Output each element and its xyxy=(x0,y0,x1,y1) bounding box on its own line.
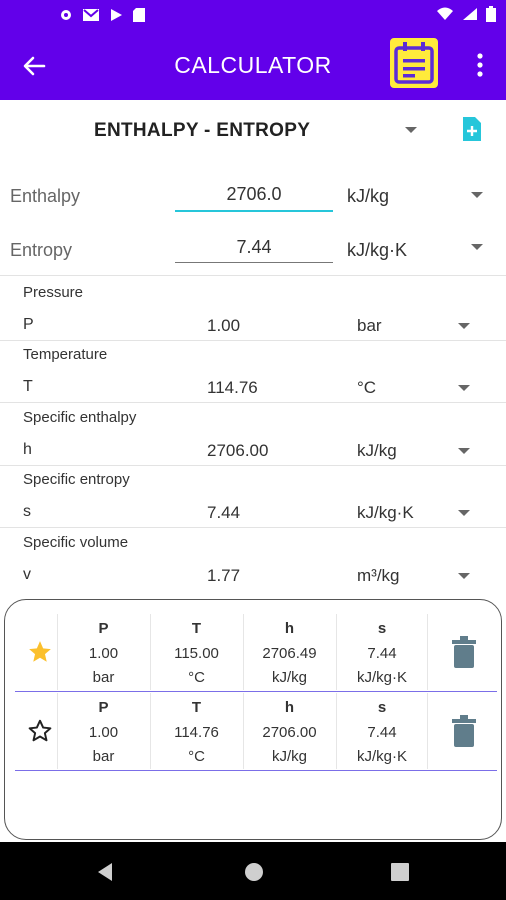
entropy-unit[interactable]: kJ/kg·K xyxy=(347,240,407,261)
result-specific-entropy: Specific entropy s 7.44 kJ/kg·K xyxy=(0,469,506,531)
divider xyxy=(0,275,506,276)
result-unit[interactable]: °C xyxy=(357,378,376,398)
result-symbol: s xyxy=(23,503,31,520)
history-cell-pressure: P 1.00 bar xyxy=(57,614,149,690)
chevron-down-icon[interactable] xyxy=(458,448,470,454)
battery-icon xyxy=(486,6,496,22)
result-value: 1.00 xyxy=(207,316,241,335)
result-symbol: P xyxy=(23,316,34,333)
recents-square-icon[interactable] xyxy=(391,863,409,881)
mode-label: ENTHALPY - ENTROPY xyxy=(94,120,311,141)
status-bar xyxy=(0,0,506,30)
result-symbol: h xyxy=(23,441,32,458)
history-cell-enthalpy: h 2706.49 kJ/kg xyxy=(243,614,335,690)
trash-icon[interactable] xyxy=(451,636,477,668)
wifi-icon xyxy=(437,7,453,20)
chevron-down-icon[interactable] xyxy=(458,510,470,516)
enthalpy-label: Enthalpy xyxy=(10,186,81,206)
result-value: 7.44 xyxy=(207,503,241,522)
divider xyxy=(0,527,506,528)
enthalpy-row: Enthalpy 2706.0 kJ/kg xyxy=(0,170,506,220)
entropy-label: Entropy xyxy=(10,240,73,260)
trash-icon[interactable] xyxy=(451,715,477,747)
result-symbol: v xyxy=(23,566,31,583)
history-cell-entropy: s 7.44 kJ/kg·K xyxy=(336,693,428,769)
result-specific-volume: Specific volume v 1.77 m³/kg xyxy=(0,532,506,594)
calendar-button[interactable] xyxy=(390,38,438,88)
history-row[interactable]: P 1.00 bar T 114.76 °C h 2706.00 kJ/kg s 7.44 kJ… xyxy=(15,693,497,771)
result-pressure: Pressure P 1.00 bar xyxy=(0,282,506,344)
result-temperature: Temperature T 114.76 °C xyxy=(0,344,506,406)
chevron-down-icon[interactable] xyxy=(458,573,470,579)
mail-icon xyxy=(83,9,99,21)
gear-icon xyxy=(61,10,71,20)
star-outline-icon[interactable] xyxy=(27,718,53,744)
result-value: 1.77 xyxy=(207,566,241,585)
enthalpy-underline xyxy=(175,210,333,212)
more-vert-icon[interactable] xyxy=(476,52,484,78)
history-cell-temperature: T 114.76 °C xyxy=(150,693,242,769)
calendar-icon xyxy=(394,42,434,84)
signal-icon xyxy=(463,8,477,20)
result-title: Specific enthalpy xyxy=(23,409,137,426)
history-row[interactable]: P 1.00 bar T 115.00 °C h 2706.49 kJ/kg s 7.44 kJ… xyxy=(15,614,497,692)
entropy-input[interactable]: 7.44 xyxy=(175,237,333,258)
back-triangle-icon[interactable] xyxy=(96,862,114,882)
divider xyxy=(0,340,506,341)
result-title: Specific volume xyxy=(23,534,129,551)
home-circle-icon[interactable] xyxy=(244,862,264,882)
result-title: Specific entropy xyxy=(23,471,130,488)
enthalpy-input[interactable]: 2706.0 xyxy=(175,184,333,205)
chevron-down-icon[interactable] xyxy=(458,323,470,329)
result-value: 2706.00 xyxy=(207,441,269,460)
add-file-icon[interactable] xyxy=(461,115,483,143)
divider xyxy=(0,402,506,403)
entropy-underline xyxy=(175,262,333,263)
result-unit[interactable]: kJ/kg·K xyxy=(357,503,414,523)
history-cell-temperature: T 115.00 °C xyxy=(150,614,242,690)
result-value: 114.76 xyxy=(207,378,258,397)
result-unit[interactable]: kJ/kg xyxy=(357,441,397,461)
history-cell-enthalpy: h 2706.00 kJ/kg xyxy=(243,693,335,769)
history-cell-entropy: s 7.44 kJ/kg·K xyxy=(336,614,428,690)
app-bar: CALCULATOR xyxy=(0,30,506,100)
result-title: Pressure xyxy=(23,284,84,301)
system-nav-bar xyxy=(0,842,506,900)
history-cell-pressure: P 1.00 bar xyxy=(57,693,149,769)
entropy-row: Entropy 7.44 kJ/kg·K xyxy=(0,224,506,274)
result-specific-enthalpy: Specific enthalpy h 2706.00 kJ/kg xyxy=(0,407,506,469)
chevron-down-icon xyxy=(405,127,417,133)
result-symbol: T xyxy=(23,378,33,395)
chevron-down-icon[interactable] xyxy=(471,192,483,198)
result-unit[interactable]: m³/kg xyxy=(357,566,400,586)
chevron-down-icon[interactable] xyxy=(471,244,483,250)
sdcard-icon xyxy=(133,8,145,22)
result-unit[interactable]: bar xyxy=(357,316,382,336)
divider xyxy=(0,465,506,466)
play-icon xyxy=(111,9,122,21)
history-panel[interactable]: P 1.00 bar T 115.00 °C h 2706.49 kJ/kg s 7.44 kJ… xyxy=(4,599,502,840)
star-filled-icon[interactable] xyxy=(27,639,53,665)
mode-selector[interactable]: ENTHALPY - ENTROPY xyxy=(0,100,506,162)
chevron-down-icon[interactable] xyxy=(458,385,470,391)
result-title: Temperature xyxy=(23,346,108,363)
enthalpy-unit[interactable]: kJ/kg xyxy=(347,186,389,207)
